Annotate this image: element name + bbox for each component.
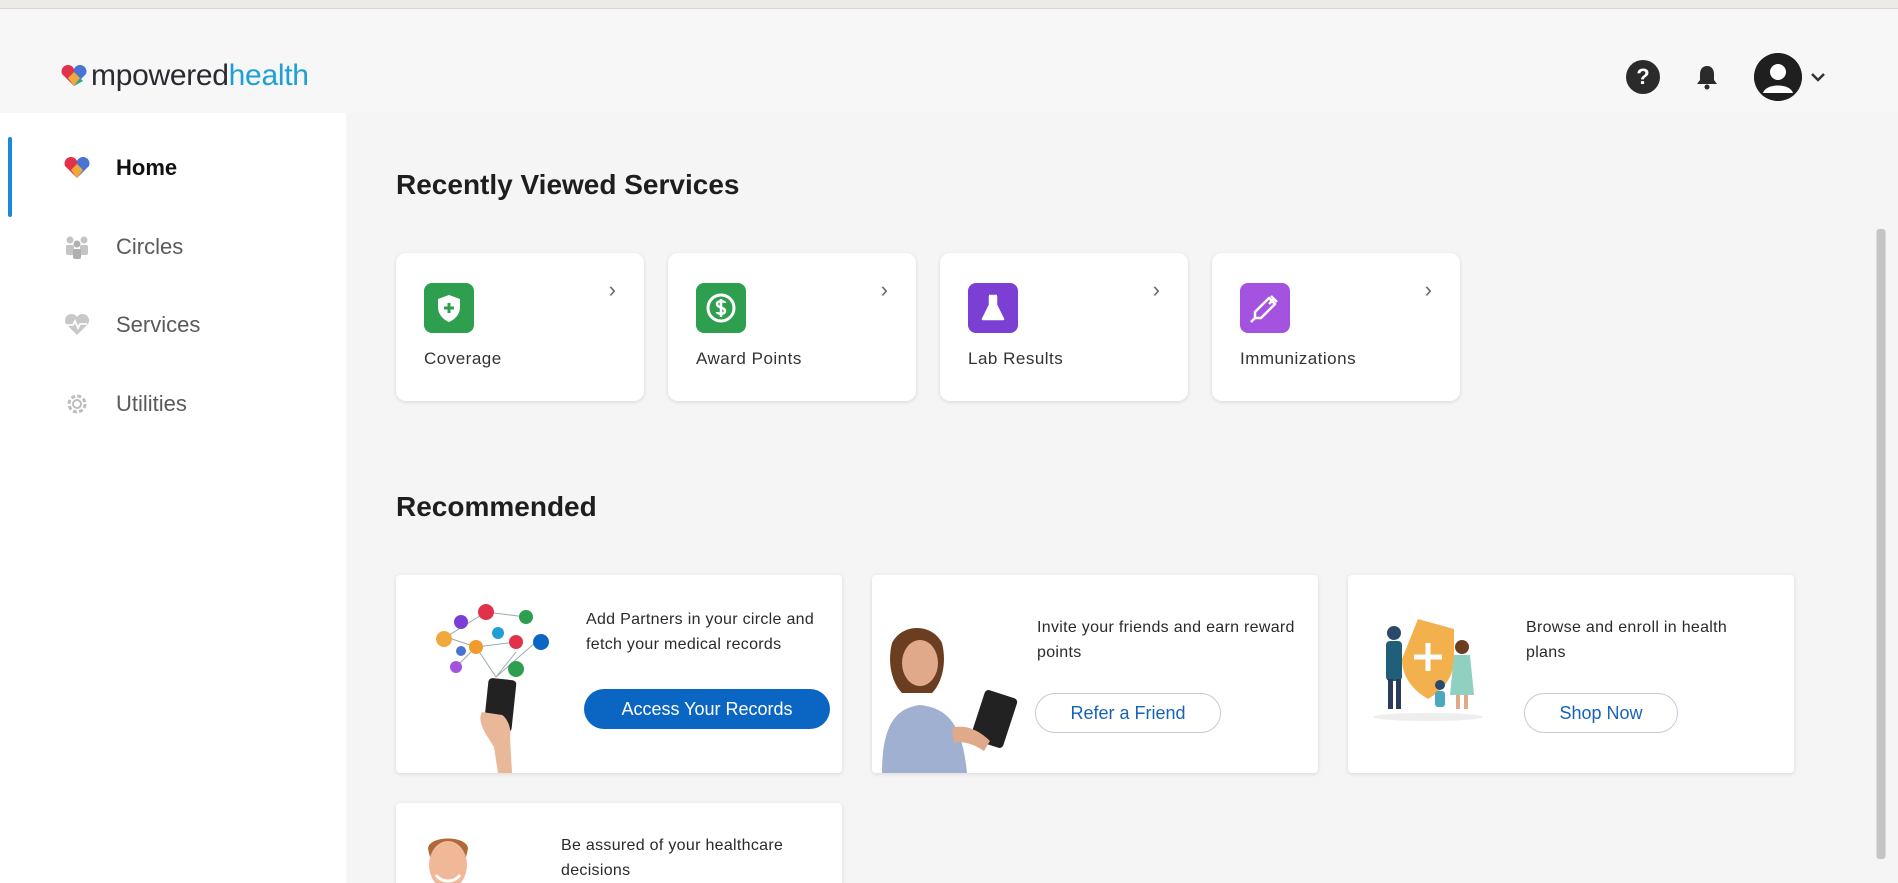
recommend-card-decisions: Be assured of your healthcare decisions [396,803,842,883]
sidebar-item-circles[interactable]: Circles [0,216,346,278]
service-label: Award Points [696,349,802,368]
sidebar-item-utilities[interactable]: Utilities [0,373,346,435]
family-shield-illustration [1373,619,1483,721]
chevron-right-icon: › [1424,277,1432,302]
recommend-text: Invite your friends and earn reward poin… [1037,619,1295,661]
vertical-scrollbar[interactable] [1876,229,1886,859]
people-icon [62,234,92,260]
bell-icon[interactable] [1694,62,1720,92]
heart-logo-icon [61,65,87,86]
dollar-icon [696,283,746,333]
chevron-down-icon[interactable] [1810,71,1826,83]
service-card-coverage[interactable]: › Coverage [396,253,644,401]
recommend-card-refer: Invite your friends and earn reward poin… [872,575,1318,773]
help-icon[interactable]: ? [1626,60,1660,94]
sidebar-item-home[interactable]: Home [0,137,346,217]
gear-icon [62,391,92,417]
syringe-icon [1240,283,1290,333]
woman-tablet-illustration [882,628,1018,773]
recommend-card-partners: Add Partners in your circle and fetch yo… [396,575,842,773]
sidebar: Home Circles Services Utilities [0,113,346,883]
access-your-records-button[interactable]: Access Your Records [584,689,830,729]
sidebar-item-label: Home [116,155,178,180]
service-card-award-points[interactable]: › Award Points [668,253,916,401]
recommend-text: Add Partners in your circle and fetch yo… [586,611,815,653]
service-label: Lab Results [968,349,1064,368]
sidebar-item-services[interactable]: Services [0,294,346,356]
chevron-right-icon: › [1152,277,1160,302]
flask-icon [968,283,1018,333]
recently-viewed-title: Recently Viewed Services [396,169,740,200]
service-card-lab-results[interactable]: › Lab Results [940,253,1188,401]
header-actions: ? [1626,53,1826,101]
top-header: mpowered health ? [0,9,1898,113]
brand-name-part1: mpowered [91,59,229,92]
man-portrait-illustration [428,838,468,883]
sidebar-item-label: Services [116,312,201,337]
recommended-title: Recommended [396,491,597,522]
service-card-immunizations[interactable]: › Immunizations [1212,253,1460,401]
chevron-right-icon: › [608,277,616,302]
service-label: Immunizations [1240,349,1357,368]
profile-menu[interactable] [1754,53,1826,101]
scrollbar-thumb[interactable] [1877,229,1885,859]
brand-name-part2: health [228,59,309,92]
app-window: mpowered health ? Home Circles Services … [0,8,1898,883]
refer-a-friend-button[interactable]: Refer a Friend [1035,693,1221,733]
network-phone-illustration [436,604,549,773]
heart-pulse-icon [62,312,92,338]
main-content: Recently Viewed Services › Coverage › Aw… [346,113,1886,883]
user-avatar-icon[interactable] [1754,53,1802,101]
service-label: Coverage [424,349,502,368]
sidebar-item-label: Utilities [116,391,187,416]
brand-logo[interactable]: mpowered health [60,59,309,93]
recommend-text: Be assured of your healthcare decisions [561,837,784,879]
sidebar-item-label: Circles [116,234,184,259]
heart-logo-icon [62,155,92,181]
recommend-card-health-plans: Browse and enroll in health plans Shop N… [1348,575,1794,773]
shop-now-button[interactable]: Shop Now [1524,693,1678,733]
recommend-text: Browse and enroll in health plans [1526,619,1728,661]
shield-plus-icon [424,283,474,333]
chevron-right-icon: › [880,277,888,302]
